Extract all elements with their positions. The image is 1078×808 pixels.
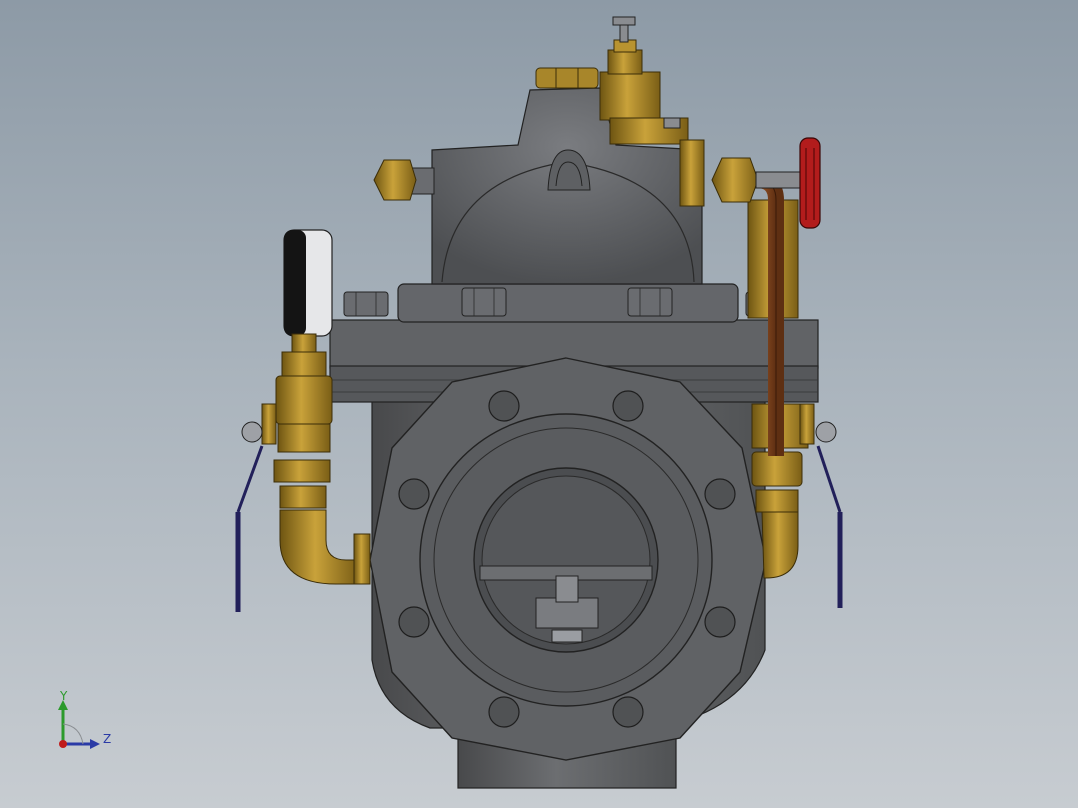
pilot-housing	[431, 87, 703, 285]
right-valve-handle	[815, 421, 843, 608]
left-valve-handle	[235, 421, 264, 612]
z-axis-label: Z	[103, 732, 112, 746]
valve-assembly-model	[235, 16, 843, 789]
triad-arc	[62, 723, 84, 745]
needle-valve-handwheel	[799, 137, 821, 229]
y-axis-label: Y	[60, 689, 68, 703]
inlet-flange	[369, 357, 767, 761]
top-right-fitting	[711, 157, 803, 203]
top-nut	[535, 67, 599, 89]
left-plug-fitting	[373, 159, 435, 201]
x-axis-dot	[59, 740, 67, 748]
cad-viewport[interactable]: Y Z	[0, 0, 1078, 808]
z-axis-arrow	[90, 739, 100, 749]
pressure-gauge	[283, 229, 333, 355]
